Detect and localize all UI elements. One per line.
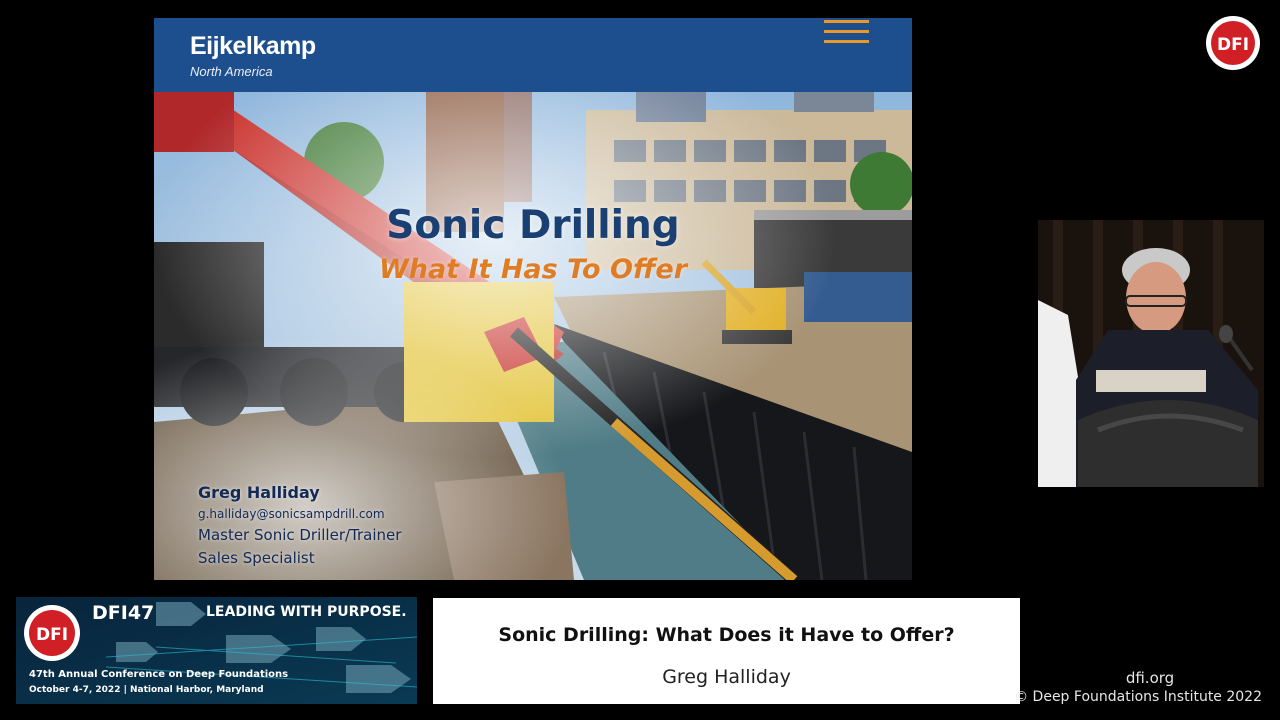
footer-website: dfi.org [1125,669,1175,687]
eijkelkamp-logo: Eijkelkamp [190,32,316,60]
footer-copyright: © Deep Foundations Institute 2022 [1014,689,1262,705]
conference-banner: DFI DFI47 LEADING WITH PURPOSE. 47th Ann… [16,597,417,704]
banner-event-name: DFI47 [92,602,155,624]
speaker-name: Greg Halliday [662,666,791,688]
talk-title: Sonic Drilling: What Does it Have to Off… [498,624,955,646]
talk-caption: Sonic Drilling: What Does it Have to Off… [433,598,1020,704]
presenter-title: Sales Specialist [198,549,315,567]
dfi-logo: DFI [1206,16,1260,70]
presenter-email: g.halliday@sonicsampdrill.com [198,507,385,521]
slide-header-bar: Eijkelkamp North America [154,18,912,92]
banner-conference-title: 47th Annual Conference on Deep Foundatio… [29,669,289,680]
hamburger-menu-icon [824,20,869,44]
slide-subtitle: What It Has To Offer [378,254,688,285]
banner-tagline: LEADING WITH PURPOSE. [206,604,407,620]
svg-text:DFI: DFI [1217,35,1249,55]
presenter-name: Greg Halliday [198,483,320,502]
slide-title: Sonic Drilling [386,203,680,248]
speaker-video-feed [1038,220,1264,487]
presenter-role: Master Sonic Driller/Trainer [198,526,402,544]
eijkelkamp-subtitle: North America [190,64,273,79]
svg-text:DFI: DFI [36,625,68,645]
banner-dates-location: October 4-7, 2022 | National Harbor, Mar… [29,685,264,695]
presenter-info: Greg Halliday g.halliday@sonicsampdrill.… [198,482,401,570]
presentation-slide: Eijkelkamp North America Sonic Drilling … [154,18,912,580]
